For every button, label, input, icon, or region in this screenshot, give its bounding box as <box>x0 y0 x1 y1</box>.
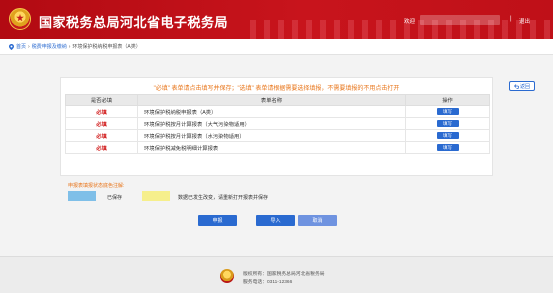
form-name: 环境保护税纳税申报表（A类） <box>137 105 406 118</box>
back-label: 返回 <box>519 83 530 90</box>
table-row: 必填 环境保护税纳税申报表（A类） 填写 <box>65 105 490 118</box>
welcome-text: 欢迎 <box>404 19 416 25</box>
column-header-required: 是否必填 <box>65 94 138 106</box>
required-flag: 必填 <box>65 129 138 142</box>
required-flag: 必填 <box>65 105 138 118</box>
fill-button[interactable]: 填写 <box>436 120 459 127</box>
form-name: 环境保护税按月计算报表（大气污染物适用） <box>137 117 406 130</box>
back-button[interactable]: 返回 <box>509 81 535 91</box>
breadcrumb-home[interactable]: 首页 <box>16 43 26 50</box>
tax-emblem-icon <box>9 8 31 30</box>
required-flag: 必填 <box>65 117 138 130</box>
breadcrumb-bar: 首页 › 税费申报及缴纳 › 环境保护税纳税申报表（A类） 返回 <box>0 39 553 91</box>
breadcrumb: 首页 › 税费申报及缴纳 › 环境保护税纳税申报表（A类） <box>9 43 141 50</box>
logout-link[interactable]: 退出 <box>519 17 530 25</box>
operation-cell: 填写 <box>405 141 490 154</box>
fill-button[interactable]: 填写 <box>436 144 459 151</box>
notice-text: "必填" 表单请点击填写并保存；"选填" 表单请根据需要选择填报，不需要填报的不… <box>153 86 400 92</box>
operation-cell: 填写 <box>405 117 490 130</box>
header-separator: | <box>510 16 512 22</box>
changed-color-swatch <box>142 191 170 201</box>
column-header-operation: 操作 <box>405 94 490 106</box>
site-title: 国家税务总局河北省电子税务局 <box>39 15 229 30</box>
great-wall-decoration <box>250 20 550 39</box>
required-flag: 必填 <box>65 141 138 154</box>
form-name: 环境保护税按月计算报表（水污染物适用） <box>137 129 406 142</box>
breadcrumb-separator: › <box>68 43 71 50</box>
column-header-form-name: 表单名称 <box>137 94 406 106</box>
operation-cell: 填写 <box>405 129 490 142</box>
table-row: 必填 环境保护税按月计算报表（水污染物适用） 填写 <box>65 129 490 142</box>
saved-label: 已保存 <box>107 195 123 201</box>
operation-cell: 填写 <box>405 105 490 118</box>
changed-label: 数据已发生改变，请重新打开报表并保存 <box>178 195 269 201</box>
form-name: 环境保护税减免税明细计算报表 <box>137 141 406 154</box>
cancel-button[interactable]: 取消 <box>298 215 337 226</box>
user-info <box>420 15 500 25</box>
breadcrumb-separator: › <box>28 43 30 50</box>
declare-button[interactable]: 申报 <box>198 215 237 226</box>
copyright-text: 版权所有：国家税务总局河北省税务局 <box>243 272 325 277</box>
location-pin-icon <box>9 43 14 50</box>
back-arrow-icon <box>513 83 519 89</box>
form-list-panel: "必填" 表单请点击填写并保存；"选填" 表单请根据需要选择填报，不需要填报的不… <box>60 77 493 176</box>
site-header: 国家税务总局河北省电子税务局 欢迎 | 退出 <box>0 0 553 39</box>
fill-button[interactable]: 填写 <box>436 132 459 139</box>
table-header-row: 是否必填 表单名称 操作 <box>65 94 490 106</box>
table-row: 必填 环境保护税按月计算报表（大气污染物适用） 填写 <box>65 117 490 130</box>
table-row: 必填 环境保护税减免税明细计算报表 填写 <box>65 141 490 154</box>
import-button[interactable]: 导入 <box>256 215 295 226</box>
saved-color-swatch <box>68 191 96 201</box>
footer-emblem-icon <box>220 269 234 283</box>
fill-button[interactable]: 填写 <box>436 108 459 115</box>
site-footer: 版权所有：国家税务总局河北省税务局 服务电话：0311-12366 <box>0 256 553 293</box>
breadcrumb-tax-filing[interactable]: 税费申报及缴纳 <box>32 43 67 50</box>
legend-title: 申报表填报状态底色注解: <box>68 183 125 189</box>
service-phone-text: 服务电话：0311-12366 <box>243 280 293 285</box>
breadcrumb-current: 环境保护税纳税申报表（A类） <box>72 44 141 50</box>
form-table: 是否必填 表单名称 操作 必填 环境保护税纳税申报表（A类） 填写 必填 环境保… <box>65 94 490 154</box>
